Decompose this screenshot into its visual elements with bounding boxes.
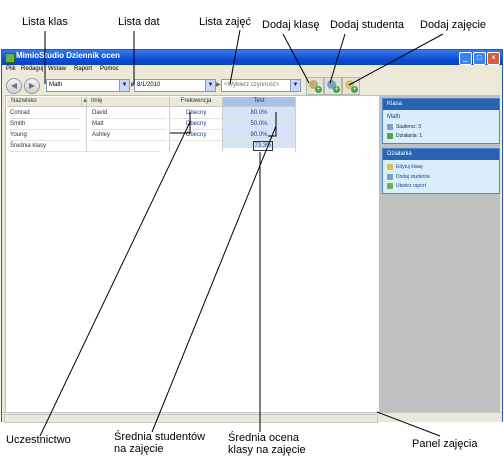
column-header-test[interactable]: Test: [223, 97, 296, 107]
plus-icon: +: [333, 86, 340, 93]
title-bar: MimioStudio Dziennik ocen _ □ ×: [2, 50, 502, 65]
cell-surname[interactable]: Young: [10, 130, 80, 141]
checkmark-icon: [387, 133, 393, 139]
cell-test-score[interactable]: 80.0%: [223, 108, 295, 119]
callout-add-class: Dodaj klasę: [262, 19, 320, 31]
menu-file[interactable]: Plik: [6, 66, 16, 72]
activities-count: Działania: 1: [396, 133, 423, 139]
add-class-button[interactable]: +: [306, 77, 324, 95]
add-student-icon: [387, 174, 393, 180]
callout-attendance: Uczestnictwo: [6, 434, 71, 446]
class-average-label: Średnia klasy: [10, 141, 160, 152]
chevron-down-icon[interactable]: ▼: [290, 80, 300, 91]
column-header-attendance[interactable]: Frekwencja: [170, 97, 223, 107]
cell-test-score[interactable]: 50.0%: [223, 119, 295, 130]
status-segment: [4, 414, 378, 423]
gradebook-window: MimioStudio Dziennik ocen _ □ × Plik Red…: [1, 49, 503, 423]
column-header-surname[interactable]: Nazwisko: [7, 97, 82, 107]
grid-divider: [295, 97, 296, 152]
status-bar: [2, 412, 502, 423]
forward-icon[interactable]: ▶: [24, 78, 40, 94]
plus-icon: +: [315, 86, 322, 93]
callout-class-list: Lista klas: [22, 16, 68, 28]
actions-panel-header: Działania: [383, 149, 499, 160]
cell-attendance[interactable]: Obecny: [170, 108, 222, 119]
cell-firstname[interactable]: David: [92, 108, 166, 119]
callout-activity-list: Lista zajęć: [199, 16, 251, 28]
callout-student-average: Średnia studentów na zajęcie: [114, 431, 206, 455]
plus-icon: +: [351, 86, 358, 93]
callout-date-list: Lista dat: [118, 16, 160, 28]
create-report-link[interactable]: Utwórz raport: [396, 183, 426, 189]
date-select[interactable]: 8/1/2010 ▼: [134, 79, 216, 92]
edit-class-icon: [387, 164, 393, 170]
callout-add-activity: Dodaj zajęcie: [420, 19, 487, 31]
back-icon[interactable]: ◀: [6, 78, 22, 94]
window-title: MimioStudio Dziennik ocen: [16, 51, 121, 60]
students-count: Studenci: 3: [396, 124, 422, 130]
menu-insert[interactable]: Wstaw: [48, 66, 66, 72]
add-activity-button[interactable]: +: [342, 77, 360, 95]
callout-class-average: Średnia ocena klasy na zajęcie: [228, 432, 306, 456]
callout-add-student: Dodaj studenta: [330, 19, 404, 31]
cell-attendance[interactable]: Obecny: [170, 130, 222, 141]
cell-surname[interactable]: Smith: [10, 119, 80, 130]
menu-bar: Plik Redaguj Wstaw Raport Pomoc: [2, 65, 502, 75]
class-select-value: Math: [49, 82, 63, 88]
maximize-button[interactable]: □: [473, 52, 486, 65]
cell-firstname[interactable]: Matt: [92, 119, 166, 130]
add-student-button[interactable]: +: [324, 77, 342, 95]
grid-divider: [86, 107, 87, 152]
students-icon: [387, 124, 393, 130]
class-average-value: 73.3%: [253, 141, 273, 151]
cell-attendance[interactable]: Obecny: [170, 119, 222, 130]
report-icon: [387, 183, 393, 189]
edit-class-link[interactable]: Edytuj klasę: [396, 164, 423, 170]
cell-test-score[interactable]: 90.0%: [223, 130, 295, 141]
class-info-panel: Klasa Math Studenci: 3 Działania: 1: [382, 98, 500, 144]
chevron-down-icon[interactable]: ▼: [119, 80, 129, 91]
date-select-value: 8/1/2010: [137, 82, 161, 88]
activity-panel: Klasa Math Studenci: 3 Działania: 1 Dzia…: [380, 95, 500, 413]
close-button[interactable]: ×: [487, 52, 500, 65]
column-header-firstname[interactable]: Imię: [87, 97, 170, 107]
cell-firstname[interactable]: Ashley: [92, 130, 166, 141]
class-panel-header: Klasa: [383, 99, 499, 110]
chevron-down-icon[interactable]: ▼: [205, 80, 215, 91]
actions-panel: Działania Edytuj klasę Dodaj studenta Ut…: [382, 148, 500, 194]
grade-grid: Nazwisko ▲ Imię Frekwencja Test Conrad D…: [5, 95, 380, 417]
arrow-icon: ▶: [216, 82, 221, 88]
add-student-link[interactable]: Dodaj studenta: [396, 174, 430, 180]
activity-select-value: <Wybierz czynność>: [224, 82, 280, 88]
class-select[interactable]: Math ▼: [46, 79, 130, 92]
menu-report[interactable]: Raport: [74, 66, 92, 72]
cell-surname[interactable]: Conrad: [10, 108, 80, 119]
toolbar: ◀ ▶ Math ▼ ▶ 8/1/2010 ▼ ▶ <Wybierz czynn…: [2, 76, 502, 95]
callout-activity-panel: Panel zajęcia: [412, 438, 478, 450]
menu-help[interactable]: Pomoc: [100, 66, 119, 72]
menu-edit[interactable]: Redaguj: [21, 66, 43, 72]
grid-divider: [222, 107, 223, 152]
app-icon: [5, 53, 15, 63]
activity-select[interactable]: <Wybierz czynność> ▼: [221, 79, 301, 92]
grid-divider: [169, 107, 170, 152]
class-name[interactable]: Math: [387, 114, 400, 120]
minimize-button[interactable]: _: [459, 52, 472, 65]
